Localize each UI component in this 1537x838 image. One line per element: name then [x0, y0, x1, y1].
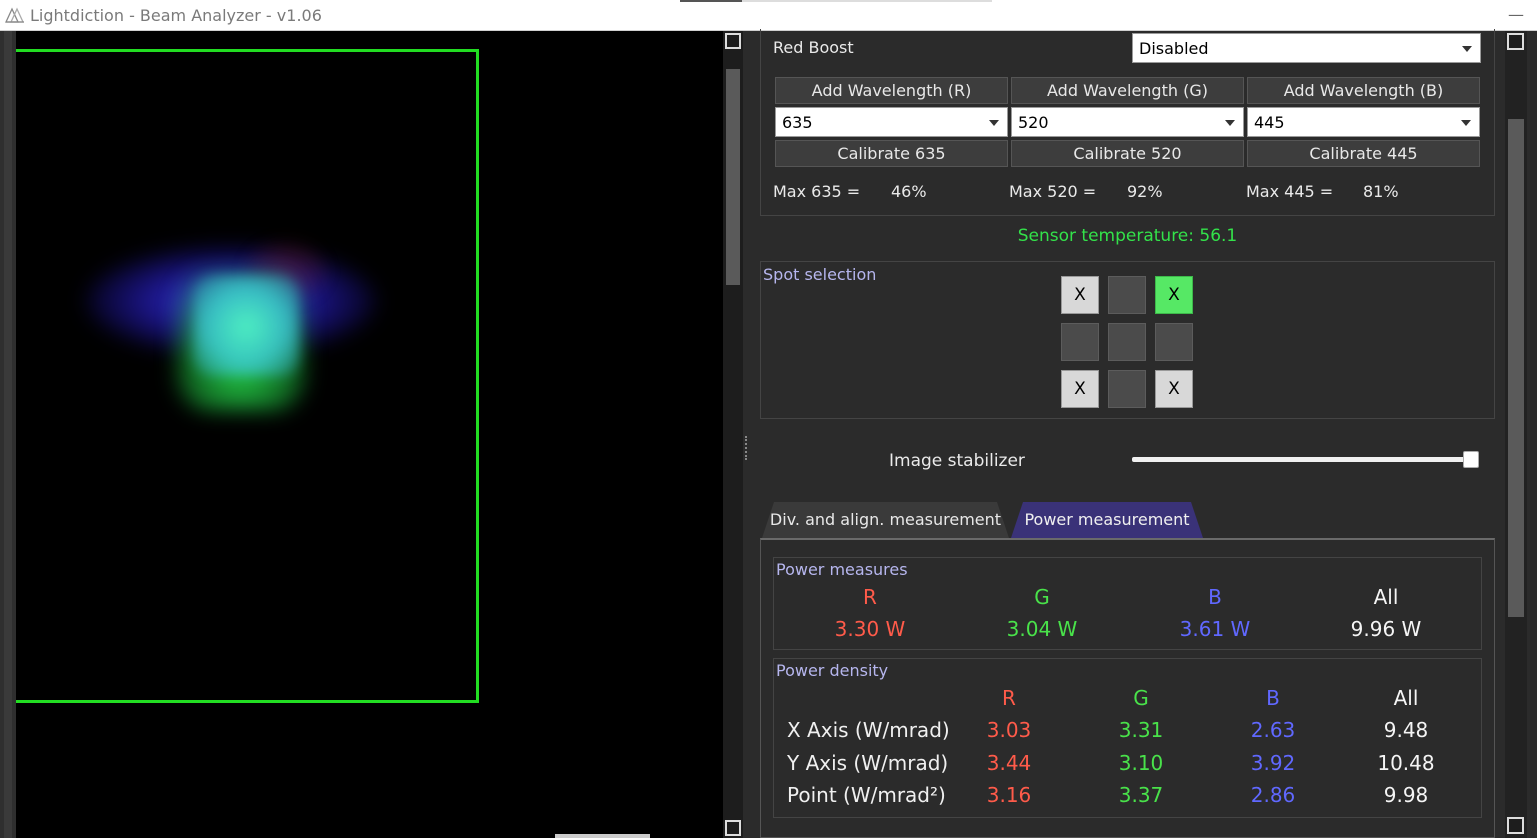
density-value: 9.98	[1383, 783, 1429, 807]
density-value: 3.92	[1250, 751, 1296, 775]
left-edge	[0, 31, 16, 838]
settings-panel: Red Boost Disabled Add Wavelength (R) Ad…	[760, 29, 1505, 838]
power-value-b: 3.61 W	[1179, 617, 1251, 641]
wavelength-r-select[interactable]: 635	[775, 107, 1008, 137]
spot-cell[interactable]: X	[1061, 370, 1099, 408]
max-g-value: 92%	[1127, 182, 1163, 201]
chevron-down-icon	[1225, 120, 1235, 126]
tab-power-measurement[interactable]: Power measurement	[1011, 502, 1203, 538]
chevron-down-icon	[989, 120, 999, 126]
power-value-r: 3.30 W	[834, 617, 906, 641]
power-density-group: Power density R G B All X Axis (W/mrad) …	[773, 658, 1482, 818]
density-value: 10.48	[1377, 751, 1435, 775]
scroll-up-button[interactable]	[1507, 33, 1524, 50]
chevron-down-icon	[1461, 120, 1471, 126]
density-row-label: Point (W/mrad²)	[787, 783, 946, 807]
density-value: 3.03	[986, 718, 1032, 742]
beam-image-view[interactable]	[16, 31, 723, 838]
scroll-down-button[interactable]	[725, 820, 741, 836]
density-header-r: R	[1002, 686, 1016, 710]
density-value: 9.48	[1383, 718, 1429, 742]
wavelength-g-select[interactable]: 520	[1011, 107, 1244, 137]
add-wavelength-b-button[interactable]: Add Wavelength (B)	[1247, 77, 1480, 104]
density-value: 3.16	[986, 783, 1032, 807]
panel-scrollbar[interactable]	[1505, 31, 1527, 838]
image-stabilizer-label: Image stabilizer	[889, 451, 1025, 471]
red-boost-label: Red Boost	[773, 38, 854, 57]
calibrate-b-button[interactable]: Calibrate 445	[1247, 140, 1480, 167]
spot-cell[interactable]	[1108, 370, 1146, 408]
power-header-b: B	[1208, 585, 1222, 609]
calibrate-r-button[interactable]: Calibrate 635	[775, 140, 1008, 167]
image-stabilizer-slider-thumb[interactable]	[1463, 451, 1479, 468]
density-row-label: X Axis (W/mrad)	[787, 718, 950, 742]
spot-selection-group: Spot selection X X X X	[760, 261, 1495, 419]
spot-cell[interactable]	[1108, 323, 1146, 361]
roi-frame[interactable]	[16, 49, 479, 703]
max-b-value: 81%	[1363, 182, 1399, 201]
power-measurement-tab-content: Power measures R G B All 3.30 W 3.04 W 3…	[760, 538, 1495, 838]
power-density-title: Power density	[776, 661, 889, 680]
tab-div-align-measurement[interactable]: Div. and align. measurement	[762, 502, 1009, 538]
density-value: 3.37	[1118, 783, 1164, 807]
power-measures-title: Power measures	[776, 560, 908, 579]
title-tab-indicator	[680, 0, 742, 2]
spot-selection-title: Spot selection	[763, 265, 877, 284]
wavelength-b-select[interactable]: 445	[1247, 107, 1480, 137]
scroll-thumb[interactable]	[726, 69, 740, 285]
density-value: 2.86	[1250, 783, 1296, 807]
density-header-all: All	[1393, 686, 1419, 710]
splitter-grip-icon	[745, 436, 747, 460]
power-value-g: 3.04 W	[1006, 617, 1078, 641]
scroll-up-button[interactable]	[725, 33, 741, 49]
sensor-temperature: Sensor temperature: 56.1	[1017, 226, 1238, 246]
viewer-scrollbar[interactable]	[723, 31, 743, 838]
wavelength-r-value: 635	[782, 113, 813, 132]
add-wavelength-r-button[interactable]: Add Wavelength (R)	[775, 77, 1008, 104]
title-tab-track	[742, 0, 992, 2]
scroll-down-button[interactable]	[1507, 817, 1524, 834]
density-header-b: B	[1266, 686, 1280, 710]
chevron-down-icon	[1462, 46, 1472, 52]
spot-cell[interactable]	[1061, 323, 1099, 361]
spot-cell[interactable]: X	[1061, 276, 1099, 314]
red-boost-select[interactable]: Disabled	[1132, 33, 1481, 63]
calibrate-g-button[interactable]: Calibrate 520	[1011, 140, 1244, 167]
wavelength-b-value: 445	[1254, 113, 1285, 132]
max-r-value: 46%	[891, 182, 927, 201]
max-r-label: Max 635 =	[773, 182, 861, 201]
minimize-button[interactable]: —	[1508, 5, 1524, 24]
image-stabilizer-slider[interactable]	[1132, 457, 1472, 462]
title-bar: Lightdiction - Beam Analyzer - v1.06 —	[0, 0, 1537, 31]
right-edge	[1527, 31, 1537, 838]
density-value: 3.44	[986, 751, 1032, 775]
spot-cell[interactable]	[1155, 323, 1193, 361]
power-measures-group: Power measures R G B All 3.30 W 3.04 W 3…	[773, 557, 1482, 650]
horizontal-scroll-thumb[interactable]	[555, 834, 650, 838]
power-header-r: R	[863, 585, 877, 609]
power-header-g: G	[1034, 585, 1050, 609]
density-value: 3.10	[1118, 751, 1164, 775]
power-header-all: All	[1373, 585, 1399, 609]
scroll-thumb[interactable]	[1508, 119, 1524, 617]
density-row-label: Y Axis (W/mrad)	[787, 751, 949, 775]
add-wavelength-g-button[interactable]: Add Wavelength (G)	[1011, 77, 1244, 104]
wavelength-g-value: 520	[1018, 113, 1049, 132]
panel-splitter[interactable]	[743, 31, 760, 838]
spot-cell[interactable]: X	[1155, 276, 1193, 314]
density-value: 3.31	[1118, 718, 1164, 742]
app-logo-icon	[5, 7, 25, 23]
window-title: Lightdiction - Beam Analyzer - v1.06	[30, 6, 322, 25]
power-value-all: 9.96 W	[1350, 617, 1422, 641]
wavelength-group: Red Boost Disabled Add Wavelength (R) Ad…	[760, 29, 1495, 216]
spot-cell[interactable]: X	[1155, 370, 1193, 408]
max-b-label: Max 445 =	[1246, 182, 1334, 201]
max-g-label: Max 520 =	[1009, 182, 1097, 201]
spot-cell[interactable]	[1108, 276, 1146, 314]
density-header-g: G	[1133, 686, 1149, 710]
density-value: 2.63	[1250, 718, 1296, 742]
red-boost-value: Disabled	[1139, 39, 1209, 58]
